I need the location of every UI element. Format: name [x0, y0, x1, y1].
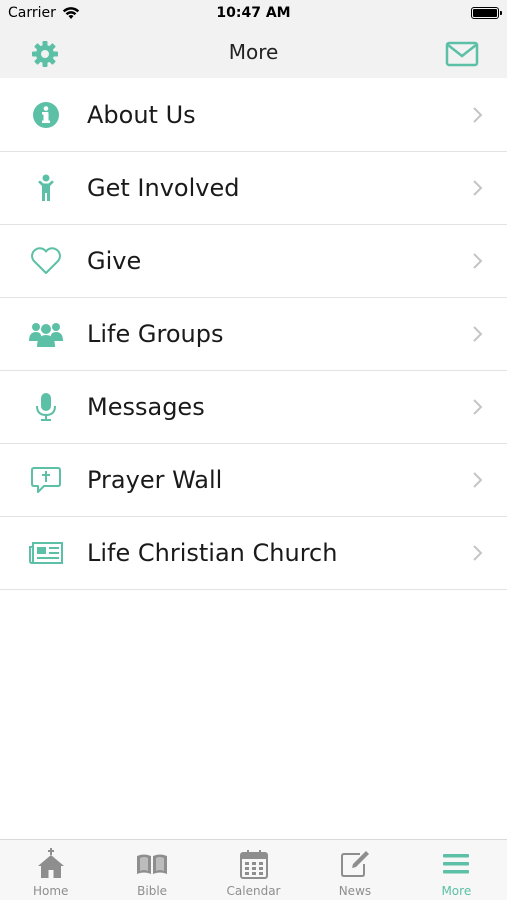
prayer-bubble-icon [28, 464, 64, 496]
tab-bible[interactable]: Bible [101, 840, 202, 900]
group-icon [28, 318, 64, 350]
chevron-right-icon [473, 253, 483, 269]
chevron-right-icon [473, 326, 483, 342]
menu-list: About Us Get Involved Give Life Groups M… [0, 79, 507, 590]
tab-bar: Home Bible Calendar News More [0, 839, 507, 900]
chevron-right-icon [473, 399, 483, 415]
tab-label: Home [32, 884, 69, 898]
menu-item-label: Get Involved [87, 174, 240, 202]
menu-item-label: About Us [87, 101, 196, 129]
menu-item-about-us[interactable]: About Us [0, 79, 507, 152]
page-title: More [228, 40, 279, 64]
edit-icon [340, 851, 369, 877]
mail-button[interactable] [445, 40, 479, 68]
battery-icon [471, 7, 502, 19]
menu-item-label: Give [87, 247, 142, 275]
chevron-right-icon [473, 472, 483, 488]
church-icon [37, 848, 64, 878]
person-icon [28, 172, 64, 204]
chevron-right-icon [473, 107, 483, 123]
newspaper-icon [28, 537, 64, 569]
tab-calendar[interactable]: Calendar [203, 840, 304, 900]
book-icon [137, 854, 168, 874]
menu-item-get-involved[interactable]: Get Involved [0, 152, 507, 225]
more-screen: Carrier 10:47 AM More About Us Get Invol… [0, 0, 507, 900]
tab-more[interactable]: More [406, 840, 507, 900]
calendar-icon [239, 850, 268, 879]
menu-item-prayer-wall[interactable]: Prayer Wall [0, 444, 507, 517]
envelope-icon [445, 41, 479, 67]
menu-icon [443, 854, 470, 874]
status-time: 10:47 AM [216, 5, 291, 21]
menu-item-label: Life Groups [87, 320, 224, 348]
info-circle-icon [28, 99, 64, 131]
tab-home[interactable]: Home [0, 840, 101, 900]
tab-label: More [441, 884, 472, 898]
chevron-right-icon [473, 180, 483, 196]
tab-label: Calendar [226, 884, 281, 898]
tab-label: Bible [137, 884, 168, 898]
menu-item-label: Messages [87, 393, 205, 421]
status-bar: Carrier 10:47 AM [0, 0, 507, 28]
chevron-right-icon [473, 545, 483, 561]
microphone-icon [28, 391, 64, 423]
menu-item-label: Prayer Wall [87, 466, 223, 494]
menu-item-messages[interactable]: Messages [0, 371, 507, 444]
menu-item-life-groups[interactable]: Life Groups [0, 298, 507, 371]
tab-label: News [338, 884, 372, 898]
tab-news[interactable]: News [304, 840, 405, 900]
menu-item-life-christian-church[interactable]: Life Christian Church [0, 517, 507, 590]
menu-item-label: Life Christian Church [87, 539, 338, 567]
nav-bar: More [0, 28, 507, 78]
menu-item-give[interactable]: Give [0, 225, 507, 298]
heart-icon [28, 245, 64, 277]
